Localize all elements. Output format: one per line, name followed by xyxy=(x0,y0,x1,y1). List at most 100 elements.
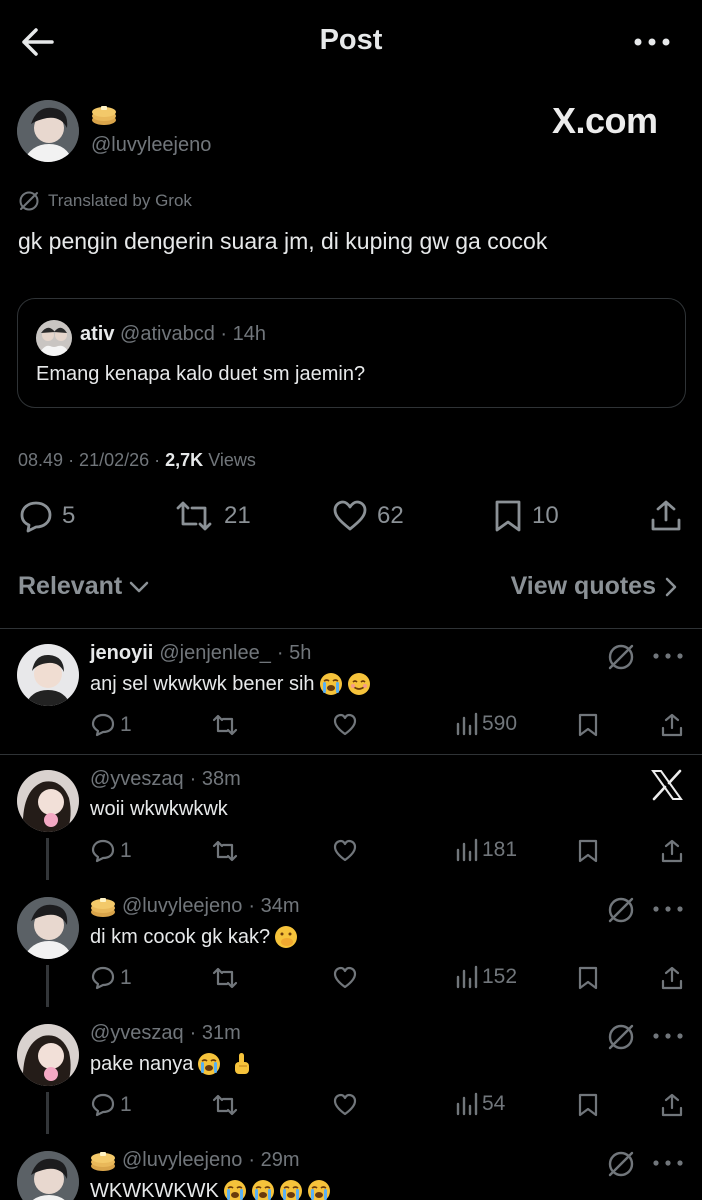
bookmark-icon xyxy=(578,1093,598,1117)
repost-icon xyxy=(212,840,238,862)
index-pointing-up-emoji-icon xyxy=(235,1053,250,1074)
translated-by-grok[interactable]: Translated by Grok xyxy=(18,190,192,212)
reply-more-button[interactable] xyxy=(652,1030,684,1042)
loudly-crying-face-emoji-icon xyxy=(319,673,342,695)
reply-more-button[interactable] xyxy=(652,903,684,915)
reply-reply-button[interactable]: 1 xyxy=(90,1092,132,1118)
reply-icon xyxy=(91,1093,115,1117)
views-icon xyxy=(456,838,478,862)
reply-reply-button[interactable]: 1 xyxy=(90,712,132,738)
reply-actions: 1 54 xyxy=(0,1092,702,1122)
reply-text: pake nanya xyxy=(90,1052,194,1075)
heart-icon xyxy=(333,500,367,531)
reply-item[interactable]: @luvyleejeno · 34m di km cocok gk kak? 1… xyxy=(0,881,702,1007)
reply-share-button[interactable] xyxy=(660,712,684,738)
views-icon xyxy=(456,712,478,736)
reply-button[interactable]: 5 xyxy=(18,498,75,534)
reply-views[interactable]: 54 xyxy=(456,1092,505,1116)
reply-share-button[interactable] xyxy=(660,965,684,991)
repost-icon xyxy=(212,714,238,736)
reply-more-button[interactable] xyxy=(652,1157,684,1169)
reply-views[interactable]: 152 xyxy=(456,965,517,989)
x-logo-icon xyxy=(650,768,684,802)
heart-icon xyxy=(333,966,357,989)
reply-views[interactable]: 181 xyxy=(456,838,517,862)
reply-avatar[interactable] xyxy=(17,770,79,832)
reply-time: · 31m xyxy=(189,1022,241,1044)
reply-icon xyxy=(20,501,52,533)
reply-repost-button[interactable] xyxy=(210,965,240,991)
reply-repost-button[interactable] xyxy=(210,712,240,738)
reply-bookmark-button[interactable] xyxy=(577,965,599,991)
repost-icon xyxy=(176,501,212,531)
reply-bookmark-button[interactable] xyxy=(577,838,599,864)
reply-bookmark-button[interactable] xyxy=(577,712,599,738)
like-button[interactable]: 62 xyxy=(331,498,404,534)
reply-like-button[interactable] xyxy=(332,712,358,738)
reply-bookmark-button[interactable] xyxy=(577,1092,599,1118)
reply-like-button[interactable] xyxy=(332,965,358,991)
share-icon xyxy=(661,966,683,990)
chevron-down-icon xyxy=(129,581,149,592)
author-avatar[interactable] xyxy=(17,100,79,162)
share-button[interactable] xyxy=(648,498,684,534)
author-name[interactable] xyxy=(91,104,117,126)
repost-button[interactable]: 21 xyxy=(172,498,251,534)
translated-label: Translated by Grok xyxy=(48,191,192,210)
reply-avatar[interactable] xyxy=(17,1024,79,1086)
view-quotes-link[interactable]: View quotes xyxy=(511,572,678,601)
reply-repost-button[interactable] xyxy=(210,1092,240,1118)
reply-avatar[interactable] xyxy=(17,644,79,706)
reply-avatar[interactable] xyxy=(17,1151,79,1200)
reply-text: woii wkwkwkwk xyxy=(90,798,228,820)
pancakes-emoji-icon xyxy=(91,1151,115,1171)
reply-reply-count: 1 xyxy=(120,1093,132,1116)
translate-button[interactable] xyxy=(606,895,636,925)
reply-handle: @yveszaq xyxy=(90,1022,184,1044)
reply-share-button[interactable] xyxy=(660,1092,684,1118)
reply-item[interactable]: @luvyleejeno · 29m WKWKWKWK xyxy=(0,1135,702,1200)
reply-reply-button[interactable]: 1 xyxy=(90,965,132,991)
avatar-image xyxy=(17,897,79,959)
reply-like-button[interactable] xyxy=(332,1092,358,1118)
page-title: Post xyxy=(319,24,383,56)
reply-share-button[interactable] xyxy=(660,838,684,864)
quoted-post[interactable]: ativ @ativabcd · 14h Emang kenapa kalo d… xyxy=(17,298,686,408)
reply-more-button[interactable] xyxy=(652,650,684,662)
relevant-label: Relevant xyxy=(18,572,123,600)
reply-repost-button[interactable] xyxy=(210,838,240,864)
reply-like-button[interactable] xyxy=(332,838,358,864)
quoted-text: Emang kenapa kalo duet sm jaemin? xyxy=(36,363,366,385)
reply-text: di km cocok gk kak? xyxy=(90,925,271,948)
views-icon xyxy=(456,965,478,989)
reply-views-count: 54 xyxy=(482,1092,506,1115)
loudly-crying-face-emoji-icon xyxy=(279,1180,302,1200)
bookmark-count: 10 xyxy=(532,502,559,529)
post-actions: 5 21 62 10 xyxy=(0,498,702,542)
translate-button[interactable] xyxy=(606,1022,636,1052)
reply-item[interactable]: jenoyii @jenjenlee_ · 5h anj sel wkwkwk … xyxy=(0,628,702,754)
reply-reply-count: 1 xyxy=(120,713,132,736)
reply-item[interactable]: @yveszaq · 38m woii wkwkwkwk 1 181 xyxy=(0,754,702,880)
reply-views[interactable]: 590 xyxy=(456,712,517,736)
quoted-avatar[interactable] xyxy=(36,320,72,356)
reply-handle: @luvyleejeno xyxy=(122,895,243,917)
sort-relevant-dropdown[interactable]: Relevant xyxy=(18,572,150,601)
loudly-crying-face-emoji-icon xyxy=(223,1180,246,1200)
reply-item[interactable]: @yveszaq · 31m pake nanya 1 54 xyxy=(0,1008,702,1134)
more-options-button[interactable] xyxy=(632,28,672,56)
bookmark-button[interactable]: 10 xyxy=(492,498,559,534)
repost-icon xyxy=(212,967,238,989)
grok-icon xyxy=(608,897,634,923)
pancakes-emoji-icon xyxy=(92,106,116,125)
reply-avatar[interactable] xyxy=(17,897,79,959)
translate-button[interactable] xyxy=(606,642,636,672)
reply-actions: 1 590 xyxy=(0,712,702,742)
post-date: · 21/02/26 · xyxy=(68,450,161,470)
views-label: Views xyxy=(208,450,256,470)
reply-reply-button[interactable]: 1 xyxy=(90,838,132,864)
translate-button[interactable] xyxy=(606,1149,636,1179)
views-count: 2,7K xyxy=(165,450,204,470)
author-handle[interactable]: @luvyleejeno xyxy=(91,134,211,157)
bookmark-icon xyxy=(578,839,598,863)
